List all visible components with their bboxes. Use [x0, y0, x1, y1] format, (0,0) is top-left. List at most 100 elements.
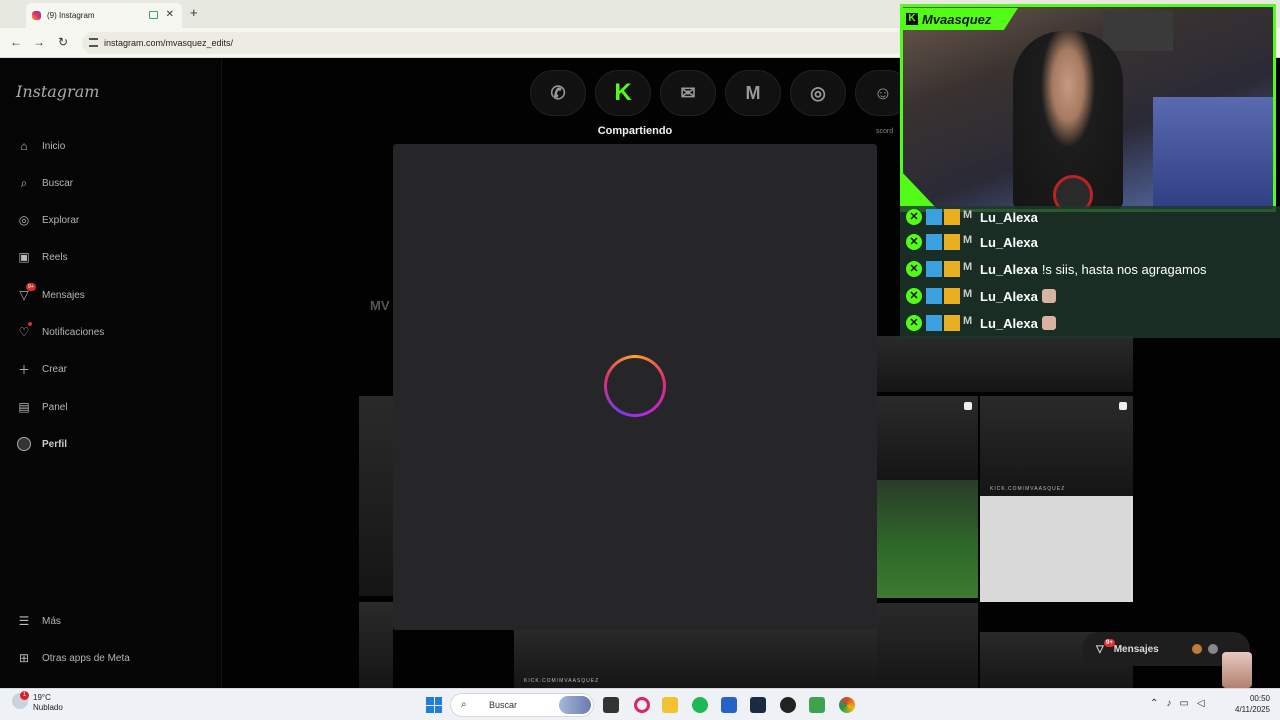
profile-name-fragment: MV [370, 298, 390, 313]
instagram-share-icon[interactable]: ◎ [790, 70, 846, 116]
tab-audio-icon[interactable] [149, 11, 158, 19]
kick-share-icon[interactable]: K [595, 70, 651, 116]
clock[interactable]: 00:50 4/11/2025 [1235, 693, 1270, 715]
opera-icon[interactable] [634, 697, 650, 713]
chat-message: ✕ M Lu_Alexa !s siis, hasta nos agragamo… [906, 258, 1207, 280]
sidebar-item-label: Buscar [42, 177, 74, 189]
back-icon[interactable]: ← [10, 35, 22, 49]
heart-icon: ♡ [16, 322, 32, 340]
message-avatars [1192, 644, 1222, 654]
plus-icon: ＋ [17, 362, 30, 377]
moderator-badge-icon: ✕ [906, 315, 922, 331]
chevron-up-icon[interactable]: ⌃ [1150, 698, 1158, 709]
post-thumbnail[interactable] [877, 603, 978, 688]
microphone-icon[interactable]: ♪ [1166, 698, 1171, 709]
forward-icon[interactable]: → [33, 35, 45, 49]
instagram-logo[interactable]: Instagram [16, 82, 99, 101]
streamer-name: Mvaasquez [922, 11, 992, 27]
vip-badge-icon [926, 234, 942, 250]
sidebar-item-panel[interactable]: ▤ Panel [16, 399, 68, 415]
app-icon[interactable] [809, 697, 825, 713]
discord-label: scord [876, 128, 894, 135]
share-targets: ✆ K ✉ M ◎ ☺ [530, 70, 911, 118]
post-thumbnail[interactable] [359, 396, 393, 596]
reload-icon[interactable]: ↻ [58, 35, 68, 49]
emote-icon [1041, 289, 1056, 303]
taskbar-search-label: Buscar [489, 700, 518, 710]
sidebar-item-mas[interactable]: ☰ Más [16, 613, 61, 629]
sidebar-item-reels[interactable]: ▣ Reels [16, 249, 68, 265]
post-thumbnail[interactable] [670, 628, 824, 688]
sidebar-item-otras-apps[interactable]: ⊞ Otras apps de Meta [16, 650, 130, 666]
tab-close-button[interactable]: ✕ [166, 9, 174, 20]
site-settings-icon[interactable] [89, 38, 98, 47]
sidebar-item-buscar[interactable]: ⌕ Buscar [16, 175, 74, 191]
post-thumbnail[interactable]: KICK.COM/MVAASQUEZ [514, 628, 670, 688]
post-thumbnail[interactable]: KICK.COM/MVAASQUEZ [980, 396, 1133, 496]
moderator-badge-icon: ✕ [906, 234, 922, 250]
store-icon[interactable] [721, 697, 737, 713]
post-thumbnail[interactable] [359, 602, 393, 688]
weather-badge: 1 [20, 691, 29, 700]
sidebar-item-crear[interactable]: ＋ Crear [16, 361, 67, 377]
sidebar-item-label: Mensajes [42, 289, 85, 301]
moderator-badge-icon: ✕ [906, 209, 922, 225]
taskbar: 1 19°C Nublado ⌕ Buscar ⌃ ♪ ▭ ◁ 00:50 4/… [0, 688, 1280, 720]
file-explorer-icon[interactable] [662, 697, 678, 713]
browser-tab[interactable]: (9) Instagram ✕ [26, 3, 182, 28]
webcam-overlay [900, 4, 1276, 212]
search-highlight-icon [559, 696, 591, 714]
chat-message: ✕ M Lu_Alexa [906, 206, 1042, 228]
sidebar-item-perfil[interactable]: Perfil [16, 436, 67, 452]
display-icon[interactable]: ▭ [1179, 698, 1188, 709]
post-thumbnail[interactable] [877, 396, 978, 480]
taskbar-search[interactable]: ⌕ Buscar [450, 693, 594, 717]
reel-icon [964, 402, 972, 410]
whatsapp-share-icon[interactable]: ✆ [530, 70, 586, 116]
sidebar-item-label: Reels [42, 251, 68, 263]
menu-icon: ☰ [18, 614, 30, 628]
sidebar-item-explorar[interactable]: ◎ Explorar [16, 212, 80, 228]
post-thumbnail[interactable] [877, 336, 1133, 392]
chrome-icon[interactable] [839, 697, 855, 713]
streamer-tag: K Mvaasquez [900, 8, 1018, 30]
sidebar-item-notificaciones[interactable]: ♡ Notificaciones [16, 322, 104, 340]
sidebar-item-mensajes[interactable]: ▽ 9+ Mensajes [16, 283, 85, 303]
sidebar-item-label: Más [42, 615, 61, 627]
app-icon[interactable] [750, 697, 766, 713]
screen: (9) Instagram ✕ + ← → ↻ instagram.com/mv… [0, 0, 1280, 720]
volume-icon[interactable]: ◁ [1197, 698, 1205, 709]
chart-icon: ▤ [18, 400, 30, 414]
spotify-icon[interactable] [692, 697, 708, 713]
notification-dot [28, 322, 32, 326]
email-share-icon[interactable]: ✉ [660, 70, 716, 116]
sidebar-item-label: Perfil [42, 438, 68, 450]
chat-message: ✕ M Lu_Alexa [906, 231, 1042, 253]
post-thumbnail[interactable] [980, 496, 1133, 602]
clock-date: 4/11/2025 [1235, 705, 1270, 714]
crown-badge-icon [944, 288, 960, 304]
new-tab-button[interactable]: + [190, 5, 198, 20]
sidebar-item-inicio[interactable]: ⌂ Inicio [16, 138, 65, 154]
corner-avatar [1222, 652, 1252, 688]
post-watermark: KICK.COM/MVAASQUEZ [524, 678, 600, 684]
instagram-favicon-icon [32, 11, 41, 20]
windows-start-icon[interactable] [426, 697, 442, 713]
obs-icon[interactable] [780, 697, 796, 713]
sidebar-item-label: Panel [42, 401, 68, 413]
chat-username: Lu_Alexa [980, 209, 1038, 225]
sub-badge-icon: M [963, 261, 973, 273]
stream-chat: ✕ M Lu_Alexa ✕ M Lu_Alexa ✕ M Lu_Alexa !… [900, 206, 1280, 338]
task-view-icon[interactable] [603, 697, 619, 713]
messages-pill-label: Mensajes [1113, 643, 1159, 655]
post-watermark: KICK.COM/MVAASQUEZ [990, 486, 1066, 492]
mv-share-icon[interactable]: M [725, 70, 781, 116]
weather-widget[interactable]: 1 19°C Nublado [12, 691, 63, 713]
messenger-icon: ▽ 9+ [19, 283, 36, 302]
post-thumbnail[interactable] [877, 480, 978, 598]
kick-logo-icon: K [906, 13, 918, 25]
crown-badge-icon [944, 261, 960, 277]
sidebar-item-label: Crear [42, 363, 68, 375]
vip-badge-icon [926, 288, 942, 304]
system-tray: ⌃ ♪ ▭ ◁ [1150, 698, 1205, 709]
